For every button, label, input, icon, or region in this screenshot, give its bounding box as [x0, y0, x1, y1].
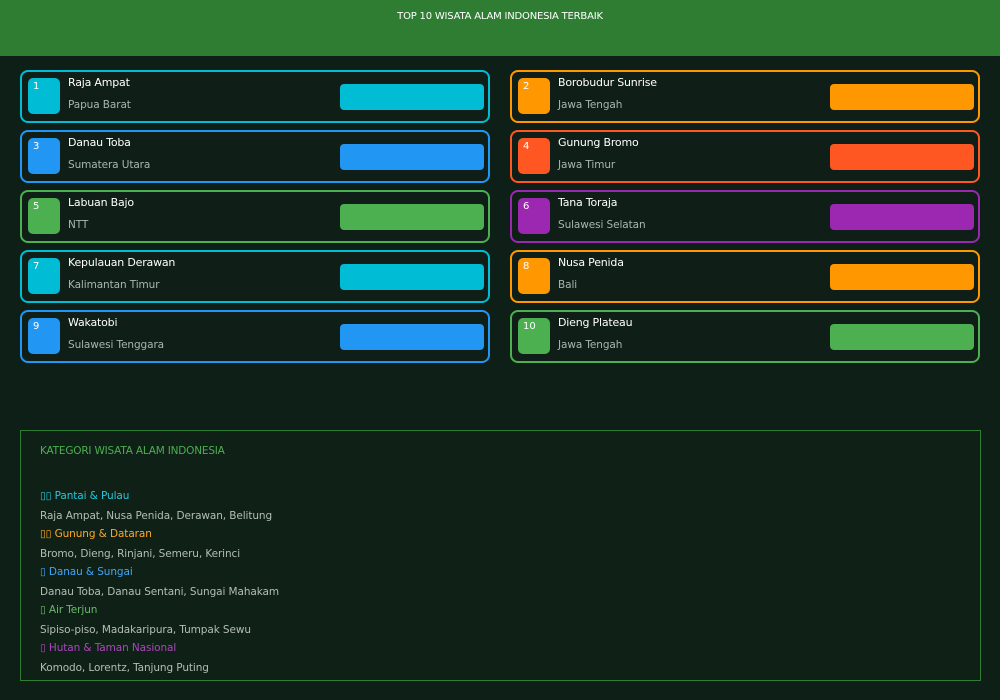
destination-name: Dieng Plateau [558, 316, 633, 329]
destination-grid: 1 Raja Ampat Papua Barat 2 Borobudur Sun… [0, 0, 1000, 380]
category-name: ▯▯ Pantai & Pulau [40, 490, 130, 502]
category-items: Sipiso-piso, Madakaripura, Tumpak Sewu [40, 624, 251, 636]
destination-bar [340, 144, 484, 170]
category-name: ▯▯ Gunung & Dataran [40, 528, 152, 540]
destination-region: Jawa Tengah [558, 99, 623, 111]
destination-name: Tana Toraja [558, 196, 618, 209]
destination-card[interactable]: 8 Nusa Penida Bali [510, 250, 980, 303]
rank-badge: 6 [518, 198, 550, 234]
rank-badge: 8 [518, 258, 550, 294]
category-name: ▯ Danau & Sungai [40, 566, 133, 578]
category-name: ▯ Hutan & Taman Nasional [40, 642, 177, 654]
destination-bar [340, 324, 484, 350]
destination-bar [340, 84, 484, 110]
destination-card[interactable]: 9 Wakatobi Sulawesi Tenggara [20, 310, 490, 363]
category-items: Komodo, Lorentz, Tanjung Puting [40, 662, 209, 674]
destination-region: Jawa Tengah [558, 339, 623, 351]
destination-name: Kepulauan Derawan [68, 256, 176, 269]
category-items: Bromo, Dieng, Rinjani, Semeru, Kerinci [40, 548, 241, 560]
destination-region: Bali [558, 279, 578, 291]
destination-card[interactable]: 2 Borobudur Sunrise Jawa Tengah [510, 70, 980, 123]
destination-name: Gunung Bromo [558, 136, 639, 149]
rank-badge: 10 [518, 318, 550, 354]
destination-region: Kalimantan Timur [68, 279, 160, 291]
destination-card[interactable]: 1 Raja Ampat Papua Barat [20, 70, 490, 123]
destination-bar [830, 84, 974, 110]
destination-region: NTT [68, 219, 89, 231]
destination-card[interactable]: 6 Tana Toraja Sulawesi Selatan [510, 190, 980, 243]
destination-bar [830, 144, 974, 170]
destination-name: Danau Toba [68, 136, 131, 149]
destination-name: Wakatobi [68, 316, 118, 329]
category-panel: KATEGORI WISATA ALAM INDONESIA ▯▯ Pantai… [20, 430, 981, 681]
destination-bar [340, 264, 484, 290]
destination-bar [830, 204, 974, 230]
category-items: Danau Toba, Danau Sentani, Sungai Mahaka… [40, 586, 279, 598]
rank-badge: 4 [518, 138, 550, 174]
destination-name: Raja Ampat [68, 76, 130, 89]
destination-name: Borobudur Sunrise [558, 76, 657, 89]
rank-badge: 7 [28, 258, 60, 294]
destination-card[interactable]: 4 Gunung Bromo Jawa Timur [510, 130, 980, 183]
destination-card[interactable]: 5 Labuan Bajo NTT [20, 190, 490, 243]
destination-region: Sulawesi Selatan [558, 219, 646, 231]
category-panel-title: KATEGORI WISATA ALAM INDONESIA [40, 445, 225, 457]
rank-badge: 5 [28, 198, 60, 234]
category-name: ▯ Air Terjun [40, 604, 98, 616]
destination-bar [830, 264, 974, 290]
rank-badge: 2 [518, 78, 550, 114]
destination-bar [830, 324, 974, 350]
destination-card[interactable]: 7 Kepulauan Derawan Kalimantan Timur [20, 250, 490, 303]
destination-region: Papua Barat [68, 99, 131, 111]
rank-badge: 9 [28, 318, 60, 354]
destination-region: Jawa Timur [558, 159, 616, 171]
destination-name: Labuan Bajo [68, 196, 134, 209]
destination-region: Sulawesi Tenggara [68, 339, 165, 351]
destination-card[interactable]: 3 Danau Toba Sumatera Utara [20, 130, 490, 183]
destination-bar [340, 204, 484, 230]
category-items: Raja Ampat, Nusa Penida, Derawan, Belitu… [40, 510, 273, 522]
destination-card[interactable]: 10 Dieng Plateau Jawa Tengah [510, 310, 980, 363]
rank-badge: 1 [28, 78, 60, 114]
rank-badge: 3 [28, 138, 60, 174]
destination-name: Nusa Penida [558, 256, 624, 269]
destination-region: Sumatera Utara [68, 159, 151, 171]
